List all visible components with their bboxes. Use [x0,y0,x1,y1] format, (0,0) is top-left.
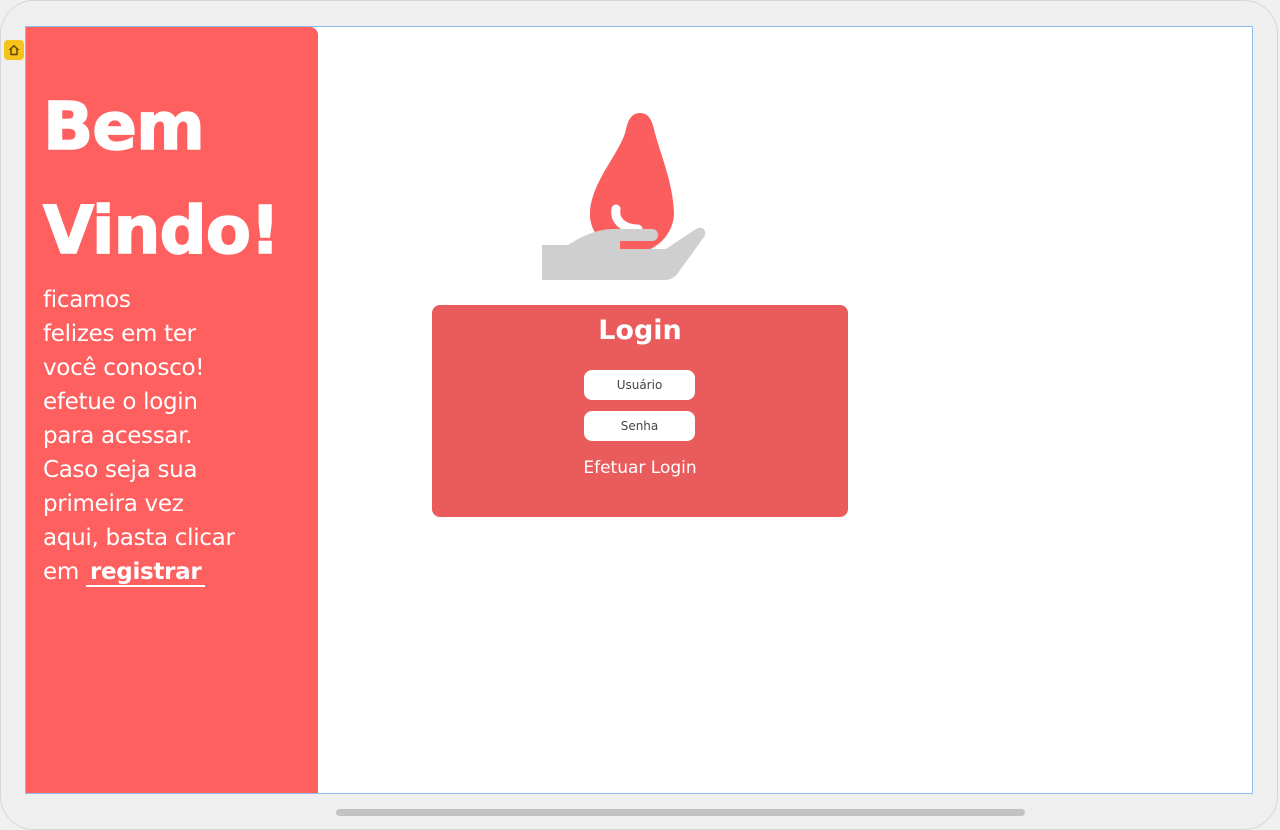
welcome-sidebar: Bem Vindo! ficamos felizes em ter você c… [26,27,318,793]
login-title: Login [598,315,682,346]
intro-line: efetue o login [43,389,198,415]
home-badge[interactable] [4,40,24,60]
blood-drop-in-hand-icon [542,113,706,280]
intro-line: você conosco! [43,355,205,381]
intro-line: para acessar. [43,423,193,449]
intro-line: ficamos [43,287,131,313]
home-icon [9,45,19,56]
hand [542,227,706,280]
intro-line: primeira vez [43,491,184,517]
username-input[interactable] [584,370,695,400]
welcome-heading: Bem Vindo! [42,75,313,283]
login-submit-button[interactable]: Efetuar Login [432,458,848,478]
welcome-message: ficamos felizes em ter você conosco! efe… [43,283,305,589]
home-indicator [336,809,1025,816]
welcome-line-1: Bem [42,87,205,166]
register-link[interactable]: registrar [85,559,206,587]
password-input[interactable] [584,411,695,441]
intro-line: felizes em ter [43,321,196,347]
intro-last-prefix: em [43,559,86,585]
app-screen: Bem Vindo! ficamos felizes em ter você c… [25,26,1253,794]
login-card: Login Efetuar Login [432,305,848,517]
intro-line: aqui, basta clicar [43,525,235,551]
intro-line: Caso seja sua [43,457,198,483]
welcome-line-2: Vindo! [42,191,281,270]
